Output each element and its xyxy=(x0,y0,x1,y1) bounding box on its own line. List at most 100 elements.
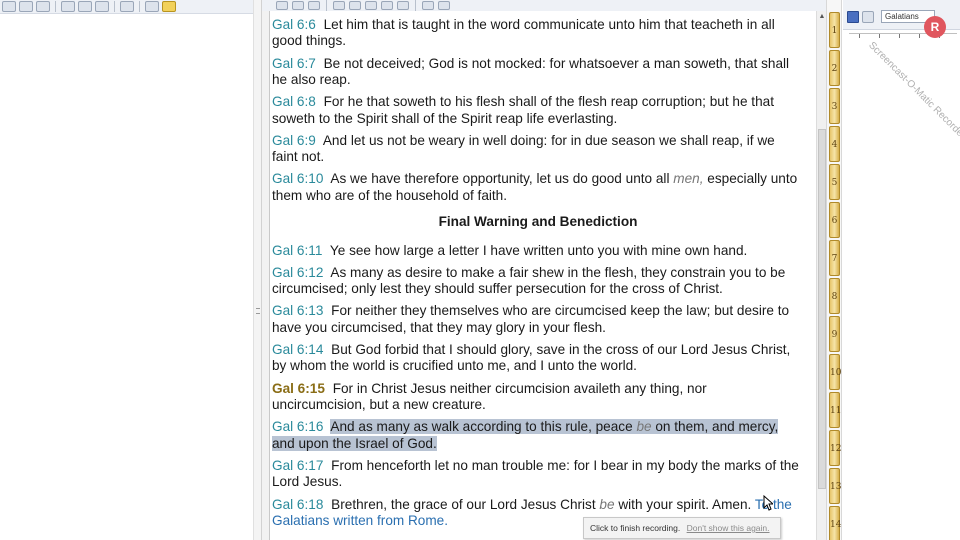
verse-reference[interactable]: Gal 6:7 xyxy=(272,56,316,71)
book-tab[interactable]: 5 xyxy=(829,164,840,200)
scrollbar-thumb[interactable] xyxy=(818,129,826,489)
play-icon[interactable] xyxy=(276,1,288,10)
tag-icon[interactable] xyxy=(78,1,92,12)
dismiss-link[interactable]: Don't show this again. xyxy=(687,523,770,533)
back-icon[interactable] xyxy=(2,1,16,12)
verse: Gal 6:14 But God forbid that I should gl… xyxy=(272,342,804,375)
search-icon[interactable] xyxy=(120,1,134,12)
verse: Gal 6:13 For neither they themselves who… xyxy=(272,303,804,336)
book-tab[interactable]: 4 xyxy=(829,126,840,162)
copy-verse-icon[interactable] xyxy=(381,1,393,10)
highlighted-selection[interactable]: And as many as walk according to this ru… xyxy=(272,419,779,451)
splitter-grip[interactable] xyxy=(256,308,260,314)
verse: Gal 6:9 And let us not be weary in well … xyxy=(272,133,804,166)
tooltip-text: Click to finish recording. xyxy=(590,523,681,533)
bible-toolbar xyxy=(262,0,826,11)
verse: Gal 6:6 Let him that is taught in the wo… xyxy=(272,17,804,50)
verse-text: Brethren, the grace of our Lord Jesus Ch… xyxy=(331,496,596,512)
book-tab[interactable]: 3 xyxy=(829,88,840,124)
copy-icon[interactable] xyxy=(292,1,304,10)
verse-reference[interactable]: Gal 6:16 xyxy=(272,419,323,434)
find-icon[interactable] xyxy=(333,1,345,10)
left-toolbar xyxy=(0,0,253,14)
toolbar-separator xyxy=(55,1,56,12)
verse-reference[interactable]: Gal 6:12 xyxy=(272,265,323,280)
verse-text: But God forbid that I should glory, save… xyxy=(272,342,791,374)
left-splitter[interactable] xyxy=(253,0,262,540)
save-icon[interactable] xyxy=(847,10,859,23)
verse-current: Gal 6:15 For in Christ Jesus neither cir… xyxy=(272,381,804,414)
book-tab[interactable]: 14 xyxy=(829,506,841,540)
verse-reference[interactable]: Gal 6:18 xyxy=(272,497,323,512)
left-pane xyxy=(0,0,253,540)
toolbar-separator xyxy=(326,0,327,11)
library-icon[interactable] xyxy=(145,1,159,12)
verse: Gal 6:8 For he that soweth to his flesh … xyxy=(272,94,804,127)
toolbar-separator xyxy=(139,1,140,12)
right-toolbar: Galatians xyxy=(843,0,960,30)
verse-text: From henceforth let no man trouble me: f… xyxy=(272,457,799,490)
verse-text: with your spirit. Amen. xyxy=(618,496,752,512)
sync-icon[interactable] xyxy=(36,1,50,12)
verse-reference[interactable]: Gal 6:17 xyxy=(272,458,323,473)
bible-text-frame: Gal 6:6 Let him that is taught in the wo… xyxy=(262,0,826,540)
ruler xyxy=(849,33,957,39)
verse: Gal 6:11 Ye see how large a letter I hav… xyxy=(272,243,804,259)
print-icon[interactable] xyxy=(308,1,320,10)
bible-text: Gal 6:6 Let him that is taught in the wo… xyxy=(270,11,816,529)
verse-reference[interactable]: Gal 6:9 xyxy=(272,133,316,148)
note-icon[interactable] xyxy=(61,1,75,12)
bible-text-pane[interactable]: Gal 6:6 Let him that is taught in the wo… xyxy=(269,11,816,540)
verse-reference[interactable]: Gal 6:10 xyxy=(272,171,323,186)
book-tab[interactable]: 11 xyxy=(829,392,841,428)
book-tab[interactable]: 9 xyxy=(829,316,840,352)
book-tab[interactable]: 12 xyxy=(829,430,841,466)
verse-text: Be not deceived; God is not mocked: for … xyxy=(272,55,790,88)
verse-reference[interactable]: Gal 6:14 xyxy=(272,342,323,357)
verse-text: As many as desire to make a fair shew in… xyxy=(272,264,786,297)
verse-reference[interactable]: Gal 6:11 xyxy=(272,243,322,258)
list-icon[interactable] xyxy=(95,1,109,12)
link-icon[interactable] xyxy=(162,1,176,12)
verse-italic-word: men, xyxy=(673,171,704,187)
verse: Gal 6:10 As we have therefore opportunit… xyxy=(272,171,804,204)
book-combo[interactable]: Galatians xyxy=(881,10,935,23)
verse-text: For in Christ Jesus neither circumcision… xyxy=(272,380,707,413)
book-tab[interactable]: 10 xyxy=(829,354,841,390)
book-tab[interactable]: 13 xyxy=(829,468,841,504)
book-tab[interactable]: 6 xyxy=(829,202,840,238)
verse-reference[interactable]: Gal 6:13 xyxy=(272,303,323,318)
forward-icon[interactable] xyxy=(19,1,33,12)
verse: Gal 6:17 From henceforth let no man trou… xyxy=(272,458,804,491)
scroll-up-icon[interactable]: ▲ xyxy=(818,13,826,21)
paste-icon[interactable] xyxy=(397,1,409,10)
right-pane: Galatians xyxy=(843,0,960,540)
verse-italic-word: be xyxy=(636,419,652,435)
verse-reference[interactable]: Gal 6:8 xyxy=(272,94,316,109)
verse-text: Let him that is taught in the word commu… xyxy=(272,17,775,49)
book-tab[interactable]: 7 xyxy=(829,240,840,276)
bookmark-icon[interactable] xyxy=(349,1,361,10)
book-tab[interactable]: 8 xyxy=(829,278,840,314)
nav-back-icon[interactable] xyxy=(422,1,434,10)
verse-text: For neither they themselves who are circ… xyxy=(272,303,790,335)
zoom-icon[interactable] xyxy=(365,1,377,10)
verse-text: For he that soweth to his flesh shall of… xyxy=(272,94,774,126)
nav-forward-icon[interactable] xyxy=(438,1,450,10)
verse-italic-word: be xyxy=(599,496,615,512)
verse-reference[interactable]: Gal 6:6 xyxy=(272,17,316,32)
recording-tooltip[interactable]: Click to finish recording. Don't show th… xyxy=(583,517,781,539)
verse: Gal 6:7 Be not deceived; God is not mock… xyxy=(272,56,804,89)
verse: Gal 6:16 And as many as walk according t… xyxy=(272,419,804,452)
book-tab[interactable]: 2 xyxy=(829,50,840,86)
section-heading: Final Warning and Benediction xyxy=(438,214,638,230)
toolbar-separator xyxy=(415,0,416,11)
verse-text: And as many as walk according to this ru… xyxy=(330,419,633,435)
book-tab[interactable]: 1 xyxy=(829,12,840,48)
vertical-scrollbar[interactable]: ▲ xyxy=(816,11,826,540)
verse: Gal 6:12 As many as desire to make a fai… xyxy=(272,265,804,298)
print-icon[interactable] xyxy=(862,10,874,23)
book-tabs-strip: 1 2 3 4 5 6 7 8 9 10 11 12 13 14 xyxy=(826,0,842,540)
verse-reference-current[interactable]: Gal 6:15 xyxy=(272,381,325,396)
verse-text: And let us not be weary in well doing: f… xyxy=(272,132,775,165)
